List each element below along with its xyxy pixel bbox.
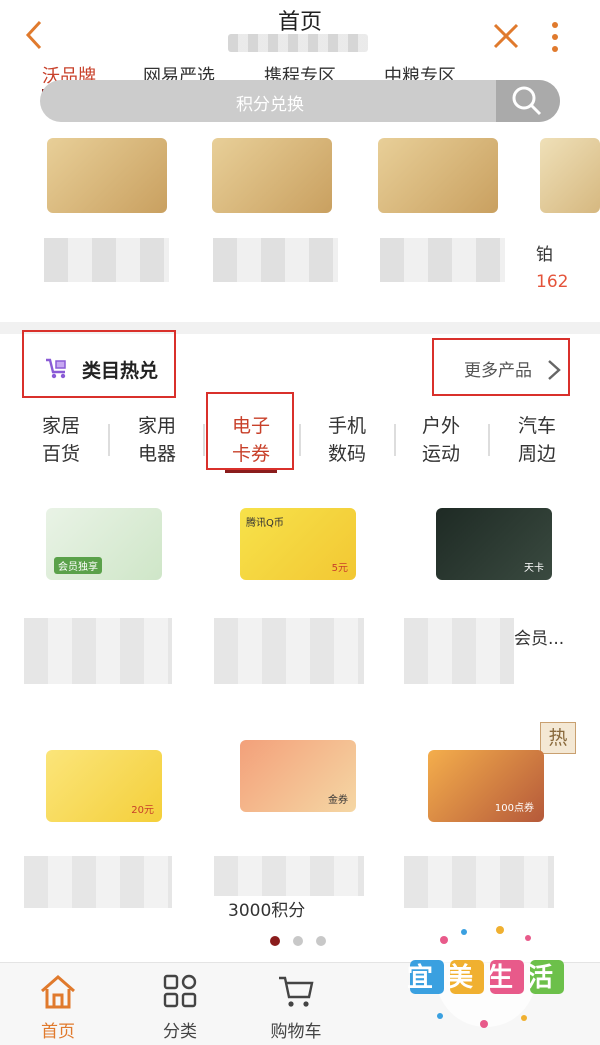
grid-product-3[interactable]: 天卡 xyxy=(436,508,552,580)
product-info-blurred xyxy=(214,618,364,684)
category-separator xyxy=(108,424,110,456)
card-caption: 会员独享 xyxy=(54,557,102,574)
chevron-right-icon xyxy=(548,360,561,380)
product-info-blurred xyxy=(214,856,364,896)
close-icon[interactable] xyxy=(492,22,520,50)
search-button[interactable] xyxy=(496,80,560,122)
category-line2: 电器 xyxy=(137,443,176,465)
nav-home-label: 首页 xyxy=(41,1022,75,1042)
product-name-partial: 会员... xyxy=(514,629,565,649)
product-name-blurred xyxy=(44,238,169,282)
product-info-blurred xyxy=(404,856,554,908)
category-separator xyxy=(203,424,205,456)
category-line1: 电子 xyxy=(231,415,270,437)
category-appliances[interactable]: 家用 电器 xyxy=(122,412,192,468)
product-info-blurred xyxy=(24,856,172,908)
search-icon xyxy=(512,86,542,116)
category-line1: 手机 xyxy=(327,415,366,437)
search-label: 积分兑换 xyxy=(236,95,304,115)
grid-product-6[interactable]: 100点券 xyxy=(428,750,544,822)
card-price: 20元 xyxy=(131,805,154,816)
home-icon xyxy=(41,975,75,1009)
category-separator xyxy=(299,424,301,456)
card-caption: 100点券 xyxy=(494,803,534,814)
category-separator xyxy=(394,424,396,456)
product-card-4-partial[interactable] xyxy=(540,138,600,213)
nav-cart[interactable]: 购物车 xyxy=(256,973,336,1042)
grid-product-5[interactable]: 金券 xyxy=(240,740,356,812)
card-caption: 腾讯Q币 xyxy=(246,518,284,529)
category-line1: 家用 xyxy=(137,415,176,437)
nav-category[interactable]: 分类 xyxy=(140,973,220,1042)
nav-home[interactable]: 首页 xyxy=(18,973,98,1042)
product-name-blurred xyxy=(213,238,338,282)
product-card-2[interactable] xyxy=(212,138,332,213)
nav-category-label: 分类 xyxy=(163,1022,197,1042)
product-name-blurred xyxy=(380,238,505,282)
category-line2: 数码 xyxy=(327,443,366,465)
top-bar: 首页 xyxy=(0,0,600,70)
watermark-text: 宜美生活 xyxy=(407,962,567,993)
category-digital[interactable]: 手机 数码 xyxy=(312,412,382,468)
hot-badge: 热 xyxy=(540,722,576,754)
product-info-blurred xyxy=(24,618,172,684)
grid-product-2[interactable]: 腾讯Q币 5元 xyxy=(240,508,356,580)
category-auto[interactable]: 汽车 周边 xyxy=(502,412,572,468)
section-header: 类目热兑 xyxy=(22,330,176,398)
category-separator xyxy=(488,424,490,456)
product-points: 3000积分 xyxy=(228,901,306,921)
category-icon xyxy=(163,974,197,1008)
category-outdoor[interactable]: 户外 运动 xyxy=(406,412,476,468)
category-line1: 汽车 xyxy=(517,415,556,437)
watermark-logo: 宜美生活 xyxy=(407,926,567,1028)
pagination-dot[interactable] xyxy=(293,936,303,946)
page-subtitle-blurred xyxy=(228,34,368,52)
product-name-partial: 铂 xyxy=(536,245,553,265)
category-line1: 户外 xyxy=(421,415,460,437)
category-line2: 运动 xyxy=(421,443,460,465)
more-products-label: 更多产品 xyxy=(464,361,532,381)
pagination-dot-active[interactable] xyxy=(270,936,280,946)
product-card-1[interactable] xyxy=(47,138,167,213)
nav-cart-label: 购物车 xyxy=(270,1022,322,1042)
more-products-link[interactable]: 更多产品 xyxy=(432,338,570,396)
card-price: 5元 xyxy=(331,563,348,574)
grid-product-4[interactable]: 20元 xyxy=(46,750,162,822)
more-menu-icon[interactable] xyxy=(548,20,562,54)
cart-hot-icon xyxy=(46,358,66,379)
points-exchange-search[interactable]: 积分兑换 xyxy=(40,80,560,122)
product-price-partial: 162 xyxy=(536,272,569,292)
category-line2: 百货 xyxy=(41,443,80,465)
category-e-cards[interactable]: 电子 卡券 xyxy=(216,412,286,473)
category-home[interactable]: 家居 百货 xyxy=(26,412,96,468)
category-line2: 周边 xyxy=(517,443,556,465)
section-title: 类目热兑 xyxy=(82,360,159,382)
category-line2: 卡券 xyxy=(231,443,270,465)
cart-icon xyxy=(279,976,314,1007)
card-caption: 天卡 xyxy=(524,563,544,574)
pagination-dot[interactable] xyxy=(316,936,326,946)
product-info-blurred xyxy=(404,618,514,684)
category-line1: 家居 xyxy=(41,415,80,437)
card-caption: 金券 xyxy=(328,795,348,806)
active-underline xyxy=(225,470,277,473)
grid-product-1[interactable]: 会员独享 xyxy=(46,508,162,580)
product-card-3[interactable] xyxy=(378,138,498,213)
